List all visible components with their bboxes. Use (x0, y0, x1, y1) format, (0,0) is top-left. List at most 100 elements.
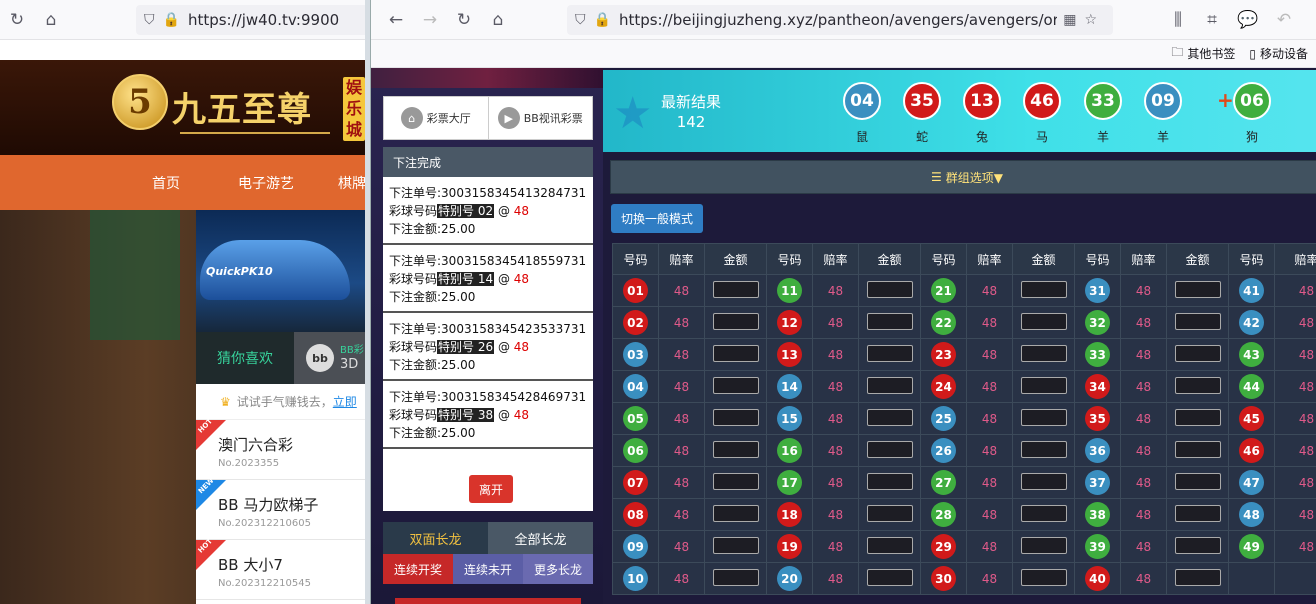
bookmark-mobile[interactable]: ▯ 移动设备 (1249, 45, 1308, 62)
game-item[interactable]: HOT 澳门六合彩 No.2023355 (196, 417, 366, 480)
nav-home[interactable]: 首页 (152, 173, 180, 193)
undo-icon[interactable]: ↶ (1267, 3, 1301, 37)
amount-input[interactable] (866, 536, 913, 554)
back-icon[interactable]: ← (379, 3, 413, 37)
number-ball[interactable]: 27 (931, 470, 956, 495)
number-ball[interactable]: 06 (623, 438, 648, 463)
promo-banner[interactable]: QuickPK10 (196, 210, 366, 332)
amount-input[interactable] (712, 408, 759, 426)
crop-icon[interactable]: ⌗ (1195, 3, 1229, 37)
game-item[interactable]: HOT BB 大小7 No.202312210545 (196, 537, 366, 600)
amount-input[interactable] (712, 376, 759, 394)
amount-input[interactable] (1174, 504, 1221, 522)
reload-icon[interactable]: ↻ (447, 3, 481, 37)
number-ball[interactable]: 30 (931, 566, 956, 591)
amount-input[interactable] (1020, 536, 1067, 554)
number-ball[interactable]: 24 (931, 374, 956, 399)
leave-button[interactable]: 离开 (469, 475, 513, 503)
number-ball[interactable]: 41 (1239, 278, 1264, 303)
amount-input[interactable] (712, 344, 759, 362)
number-ball[interactable]: 37 (1085, 470, 1110, 495)
amount-input[interactable] (712, 504, 759, 522)
number-ball[interactable]: 13 (777, 342, 802, 367)
amount-input[interactable] (1174, 472, 1221, 490)
number-ball[interactable]: 34 (1085, 374, 1110, 399)
home-icon[interactable]: ⌂ (34, 3, 68, 37)
nav-cards[interactable]: 棋牌 (338, 173, 366, 193)
number-ball[interactable]: 25 (931, 406, 956, 431)
amount-input[interactable] (866, 344, 913, 362)
amount-input[interactable] (712, 536, 759, 554)
amount-input[interactable] (1020, 280, 1067, 298)
amount-input[interactable] (866, 312, 913, 330)
amount-input[interactable] (712, 568, 759, 586)
number-ball[interactable]: 07 (623, 470, 648, 495)
number-ball[interactable]: 40 (1085, 566, 1110, 591)
amount-input[interactable] (712, 472, 759, 490)
number-ball[interactable]: 03 (623, 342, 648, 367)
number-ball[interactable]: 46 (1239, 438, 1264, 463)
amount-input[interactable] (1174, 440, 1221, 458)
amount-input[interactable] (1174, 312, 1221, 330)
subtab-more-dragon[interactable]: 更多长龙 (523, 554, 593, 584)
amount-input[interactable] (1174, 376, 1221, 394)
amount-input[interactable] (1020, 344, 1067, 362)
amount-input[interactable] (1174, 568, 1221, 586)
amount-input[interactable] (866, 568, 913, 586)
amount-input[interactable] (1020, 568, 1067, 586)
amount-input[interactable] (1174, 280, 1221, 298)
number-ball[interactable]: 14 (777, 374, 802, 399)
number-ball[interactable]: 11 (777, 278, 802, 303)
number-ball[interactable]: 12 (777, 310, 802, 335)
amount-input[interactable] (866, 472, 913, 490)
number-ball[interactable]: 48 (1239, 502, 1264, 527)
number-ball[interactable]: 32 (1085, 310, 1110, 335)
reload-icon[interactable]: ↻ (0, 3, 34, 37)
number-ball[interactable]: 44 (1239, 374, 1264, 399)
forward-icon[interactable]: → (413, 3, 447, 37)
number-ball[interactable]: 10 (623, 566, 648, 591)
number-ball[interactable]: 04 (623, 374, 648, 399)
amount-input[interactable] (1020, 472, 1067, 490)
amount-input[interactable] (712, 440, 759, 458)
star-icon[interactable]: ☆ (1084, 12, 1097, 28)
tip-link[interactable]: 立即 (333, 393, 357, 410)
chat-icon[interactable]: 💬 (1231, 3, 1265, 37)
amount-input[interactable] (1020, 408, 1067, 426)
tab-bb[interactable]: bb BB彩 3D (294, 332, 366, 384)
number-ball[interactable]: 17 (777, 470, 802, 495)
number-ball[interactable]: 47 (1239, 470, 1264, 495)
amount-input[interactable] (866, 280, 913, 298)
amount-input[interactable] (1020, 504, 1067, 522)
amount-input[interactable] (1174, 536, 1221, 554)
number-ball[interactable]: 39 (1085, 534, 1110, 559)
number-ball[interactable]: 22 (931, 310, 956, 335)
switch-normal-mode-button[interactable]: 切换一般模式 (611, 204, 703, 233)
amount-input[interactable] (712, 280, 759, 298)
number-ball[interactable]: 45 (1239, 406, 1264, 431)
amount-input[interactable] (866, 504, 913, 522)
subtab-consecutive-miss[interactable]: 连续未开 (453, 554, 523, 584)
tab-two-sided-dragon[interactable]: 双面长龙 (383, 522, 488, 554)
number-ball[interactable]: 01 (623, 278, 648, 303)
amount-input[interactable] (1020, 376, 1067, 394)
number-ball[interactable]: 19 (777, 534, 802, 559)
number-ball[interactable]: 31 (1085, 278, 1110, 303)
number-ball[interactable]: 33 (1085, 342, 1110, 367)
number-ball[interactable]: 28 (931, 502, 956, 527)
number-ball[interactable]: 15 (777, 406, 802, 431)
number-ball[interactable]: 35 (1085, 406, 1110, 431)
nav-egames[interactable]: 电子游艺 (238, 173, 294, 193)
subtab-consecutive-draw[interactable]: 连续开奖 (383, 554, 453, 584)
number-ball[interactable]: 49 (1239, 534, 1264, 559)
lottery-lobby-button[interactable]: ⌂ 彩票大厅 (384, 97, 489, 139)
number-ball[interactable]: 20 (777, 566, 802, 591)
amount-input[interactable] (712, 312, 759, 330)
home-icon[interactable]: ⌂ (481, 3, 515, 37)
qr-icon[interactable]: ▦ (1063, 12, 1076, 28)
library-icon[interactable]: ⫼ (1161, 3, 1195, 37)
number-ball[interactable]: 38 (1085, 502, 1110, 527)
number-ball[interactable]: 02 (623, 310, 648, 335)
amount-input[interactable] (1174, 408, 1221, 426)
number-ball[interactable]: 43 (1239, 342, 1264, 367)
